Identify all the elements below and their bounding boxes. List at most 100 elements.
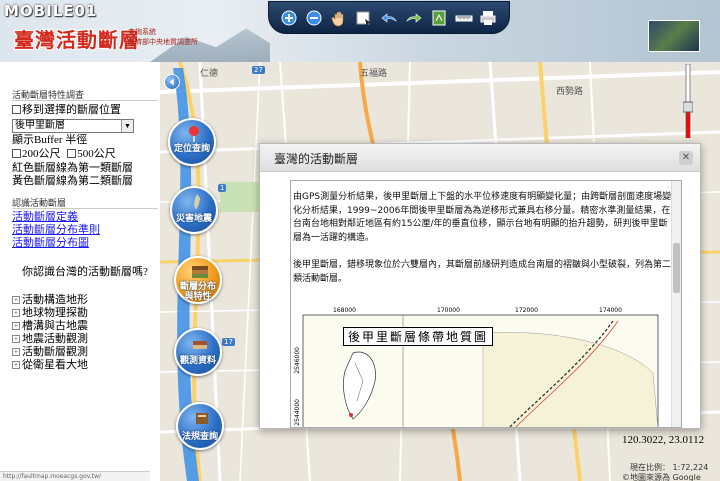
left-panel: 活動斷層特性調查 移到選擇的斷層位置 後甲里斷層 ▼ 顯示Buffer 半徑 2…: [0, 62, 160, 481]
law-book-icon: [196, 413, 208, 424]
nav-button-label: 法規查詢: [181, 432, 218, 442]
chevron-down-icon[interactable]: ▼: [121, 120, 133, 132]
buffer-500-checkbox[interactable]: [67, 149, 77, 158]
geo-x-tick: 170000: [437, 307, 460, 314]
buffer-200-checkbox[interactable]: [12, 149, 21, 158]
geo-x-tick: 174000: [599, 307, 622, 314]
fault-distribution-button[interactable]: 斷層分布 與特性: [174, 256, 222, 304]
tree-item[interactable]: + 活動斷層觀測: [12, 346, 88, 359]
select-icon[interactable]: [355, 9, 373, 27]
measure-ruler-icon[interactable]: [455, 9, 473, 27]
map-label: 仁德: [200, 69, 219, 79]
disaster-earthquake-button[interactable]: 災害地震: [170, 186, 218, 234]
scrollbar-thumb[interactable]: [673, 243, 680, 293]
fault-info-popup: 臺灣的活動斷層 ✕ 由GPS測量分析結果，後甲里斷層上下盤的水平位移速度有明顯變…: [259, 143, 701, 429]
observation-data-button[interactable]: 觀測資料: [174, 328, 222, 376]
tree-item-label: 活動構造地形: [22, 294, 88, 306]
collapse-panel-button[interactable]: [164, 74, 180, 90]
print-icon[interactable]: [479, 9, 497, 27]
tree-item-label: 槽溝與古地震: [22, 320, 88, 332]
pan-hand-icon[interactable]: [330, 9, 348, 27]
section-divider: [12, 100, 158, 101]
move-to-fault-option[interactable]: 移到選擇的斷層位置: [12, 104, 121, 117]
tree-item[interactable]: + 從衛星看大地: [12, 359, 88, 372]
geology-map-title: 後甲里斷層條帶地質圖: [343, 327, 494, 346]
app-logo-title: 臺灣活動斷層: [14, 28, 140, 52]
tree-item[interactable]: + 地球物理探勘: [12, 307, 88, 320]
buffer-200-label: 200公尺: [22, 148, 61, 160]
nav-button-label: 災害地震: [175, 214, 212, 224]
close-icon[interactable]: ✕: [679, 151, 693, 165]
link-fault-criteria[interactable]: 活動斷層分布準則: [12, 224, 100, 237]
back-arrow-icon[interactable]: [380, 9, 398, 27]
tree-item[interactable]: + 槽溝與古地震: [12, 320, 88, 333]
cursor-coordinates: 120.3022, 23.0112: [622, 434, 705, 446]
geo-y-tick: 2544000: [294, 399, 301, 426]
satellite-view-toggle[interactable]: [648, 20, 700, 52]
forward-arrow-icon[interactable]: [405, 9, 423, 27]
popup-content[interactable]: 由GPS測量分析結果，後甲里斷層上下盤的水平位移速度有明顯變化量；由跨斷層剖面速…: [290, 180, 682, 428]
app-logo-agency: 經濟部中央地質調查所: [128, 38, 198, 46]
move-to-fault-checkbox[interactable]: [12, 105, 21, 114]
tree-item-label: 地震活動觀測: [22, 333, 88, 345]
popup-scrollbar[interactable]: [671, 181, 681, 427]
legend-red-text: 紅色斷層線為第一類斷層: [12, 162, 133, 174]
geo-x-tick: 168000: [333, 307, 356, 314]
site-watermark: MOBILE01: [4, 2, 98, 20]
move-to-fault-label: 移到選擇的斷層位置: [22, 104, 121, 116]
section-divider: [12, 208, 158, 209]
app-logo-subtitle: 查詢系統: [128, 28, 156, 36]
zoom-out-icon[interactable]: [305, 9, 323, 27]
expand-plus-icon[interactable]: +: [12, 348, 20, 356]
nav-button-label: 觀測資料: [179, 356, 216, 366]
road-shield: 1: [218, 184, 227, 192]
locate-query-button[interactable]: 定位查詢: [168, 118, 216, 166]
fault-description-paragraph: 由GPS測量分析結果，後甲里斷層上下盤的水平位移速度有明顯變化量；由跨斷層剖面速…: [293, 192, 672, 243]
nav-button-label: 與特性: [184, 292, 212, 302]
road-shield: 27: [252, 66, 265, 74]
map-pin-icon: [189, 126, 199, 142]
tree-item[interactable]: + 地震活動觀測: [12, 333, 88, 346]
geo-x-tick: 172000: [515, 307, 538, 314]
geo-y-tick: 2546000: [294, 347, 301, 374]
expand-plus-icon[interactable]: +: [12, 296, 20, 304]
tree-item-label: 地球物理探勘: [22, 307, 88, 319]
full-extent-icon[interactable]: [430, 9, 448, 27]
map-label: 五福路: [360, 69, 388, 79]
map-label: 西勢路: [556, 87, 584, 97]
geology-layers-icon: [192, 266, 208, 278]
regulation-query-button[interactable]: 法規查詢: [176, 402, 224, 450]
zoom-in-icon[interactable]: [280, 9, 298, 27]
chevron-left-icon: [169, 78, 174, 86]
map-source-credit: ©地圖來源為 Google Map: [622, 473, 701, 481]
link-fault-map[interactable]: 活動斷層分布圖: [12, 237, 89, 250]
status-url: http://faultmap.moeacgs.gov.tw/: [0, 471, 150, 481]
buffer-options: 200公尺 500公尺: [12, 148, 116, 161]
tree-item-label: 從衛星看大地: [22, 359, 88, 371]
nav-button-label: 斷層分布: [179, 282, 216, 292]
buffer-500-label: 500公尺: [77, 148, 116, 160]
books-icon: [193, 341, 207, 349]
popup-title: 臺灣的活動斷層: [274, 152, 359, 166]
question-text: 你認識台灣的活動斷層嗎?: [22, 266, 148, 278]
fault-classification-paragraph: 後甲里斷層，錯移現象位於六雙層內，其斷層前緣研判造成台南層的褶皺與小型破裂，列為…: [293, 260, 672, 284]
expand-plus-icon[interactable]: +: [12, 309, 20, 317]
fault-select[interactable]: 後甲里斷層 ▼: [12, 119, 134, 133]
tree-item[interactable]: + 活動構造地形: [12, 294, 88, 307]
link-fault-definition[interactable]: 活動斷層定義: [12, 211, 78, 224]
taiwan-island-icon: [194, 194, 200, 210]
expand-plus-icon[interactable]: +: [12, 361, 20, 369]
nav-button-label: 定位查詢: [173, 144, 210, 154]
geology-map-image: [302, 314, 659, 427]
fault-select-value: 後甲里斷層: [15, 120, 65, 131]
geology-strip-map: 後甲里斷層條帶地質圖 168000 170000 172000 174000 2…: [293, 303, 659, 427]
road-shield: 17: [222, 338, 235, 346]
buffer-label: 顯示Buffer 半徑: [12, 134, 88, 146]
expand-plus-icon[interactable]: +: [12, 322, 20, 330]
popup-header: 臺灣的活動斷層 ✕: [260, 144, 700, 172]
tree-item-label: 活動斷層觀測: [22, 346, 88, 358]
zoom-slider[interactable]: [683, 64, 693, 138]
expand-plus-icon[interactable]: +: [12, 335, 20, 343]
legend-yellow-text: 黃色斷層線為第二類斷層: [12, 175, 133, 187]
map-toolbar: [268, 1, 510, 34]
